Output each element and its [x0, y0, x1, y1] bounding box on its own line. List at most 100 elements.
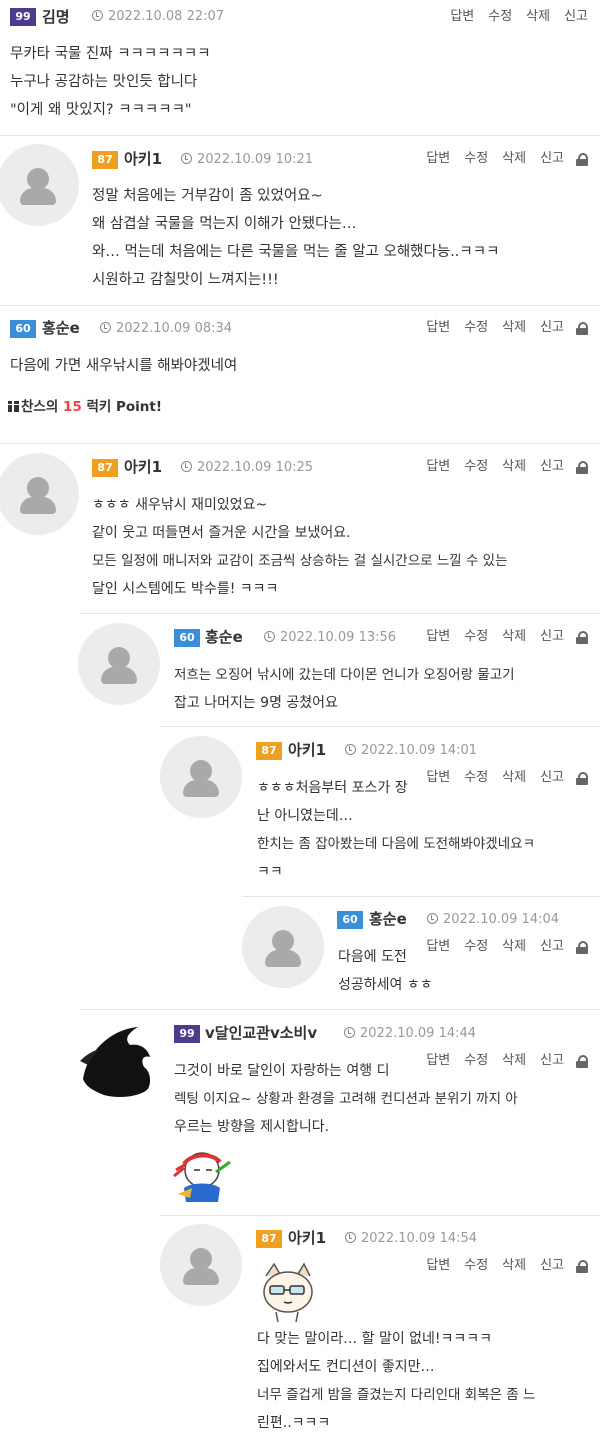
report-button[interactable]: 신고 — [540, 319, 564, 337]
comment-body: 정말 처음에는 거부감이 좀 있었어요~ 왜 삼겹살 국물을 먹는지 이해가 안… — [92, 188, 500, 288]
reply-button[interactable]: 답변 — [450, 8, 474, 26]
clock-icon — [264, 631, 275, 642]
lock-icon — [576, 940, 588, 954]
comment-body: ㅎㅎㅎ처음부터 포스가 장 난 아니였는데… 한치는 좀 잡아봤는데 다음에 도… — [257, 780, 535, 880]
lock-icon — [576, 152, 588, 166]
avatar — [160, 1224, 242, 1306]
divider — [160, 1215, 600, 1216]
comment-author[interactable]: v달인교관v소비v — [205, 1024, 317, 1042]
clock-icon — [345, 1232, 356, 1243]
delete-button[interactable]: 삭제 — [502, 1257, 526, 1275]
avatar — [78, 623, 160, 705]
delete-button[interactable]: 삭제 — [502, 319, 526, 337]
edit-button[interactable]: 수정 — [464, 1257, 488, 1275]
reply-button[interactable]: 답변 — [426, 150, 450, 168]
comment-author[interactable]: 김명 — [42, 8, 70, 26]
comment-author[interactable]: 홍순e — [369, 910, 407, 928]
divider — [160, 726, 600, 727]
lucky-point: 찬스의 15 럭키 Point! — [8, 398, 162, 416]
edit-button[interactable]: 수정 — [464, 458, 488, 476]
delete-button[interactable]: 삭제 — [502, 938, 526, 956]
comment-body: 그것이 바로 달인이 자랑하는 여행 디 렉팅 이지요~ 상황과 환경을 고려해… — [174, 1063, 518, 1135]
avatar — [160, 736, 242, 818]
comment-body: 저흐는 오징어 낚시에 갔는데 다이몬 언니가 오징어랑 물고기 잡고 나머지는… — [174, 667, 515, 711]
comment-body: 다음에 도전 성공하세여 ㅎㅎ — [338, 949, 433, 993]
comment-body: ㅎㅎㅎ 새우낚시 재미있었요~ 같이 웃고 떠들면서 즐거운 시간을 보냈어요.… — [92, 497, 508, 597]
edit-button[interactable]: 수정 — [464, 319, 488, 337]
comment-actions: 답변 수정 삭제 신고 — [426, 1257, 588, 1275]
report-button[interactable]: 신고 — [540, 628, 564, 646]
level-badge: 87 — [256, 742, 282, 760]
level-badge: 60 — [10, 320, 36, 338]
comment-body: 다음에 가면 새우낚시를 해봐야겠네여 — [10, 358, 238, 374]
comment-actions: 답변 수정 삭제 신고 — [426, 458, 588, 476]
comment-actions: 답변 수정 삭제 신고 — [426, 150, 588, 168]
reply-button[interactable]: 답변 — [426, 628, 450, 646]
report-button[interactable]: 신고 — [564, 8, 588, 26]
report-button[interactable]: 신고 — [540, 1257, 564, 1275]
edit-button[interactable]: 수정 — [464, 938, 488, 956]
clock-icon — [92, 10, 103, 21]
comment-date: 2022.10.09 10:21 — [181, 151, 313, 169]
comment-author[interactable]: 아키1 — [124, 150, 162, 168]
comment-actions: 답변 수정 삭제 신고 — [450, 8, 588, 26]
divider — [80, 613, 600, 614]
level-badge: 99 — [10, 8, 36, 26]
sticker-image — [173, 1152, 231, 1202]
lock-icon — [576, 1259, 588, 1273]
comment-actions: 답변 수정 삭제 신고 — [426, 938, 588, 956]
delete-button[interactable]: 삭제 — [502, 458, 526, 476]
avatar — [0, 453, 79, 535]
avatar — [0, 144, 79, 226]
comment-date: 2022.10.09 14:04 — [427, 911, 559, 929]
gift-icon — [8, 401, 19, 412]
clock-icon — [344, 1027, 355, 1038]
lock-icon — [576, 321, 588, 335]
comment-body: 무카타 국물 진짜 ㅋㅋㅋㅋㅋㅋㅋ 누구나 공감하는 맛인듯 합니다 "이게 왜… — [10, 46, 211, 118]
delete-button[interactable]: 삭제 — [526, 8, 550, 26]
comment-author[interactable]: 홍순e — [42, 319, 80, 337]
delete-button[interactable]: 삭제 — [502, 628, 526, 646]
edit-button[interactable]: 수정 — [464, 150, 488, 168]
delete-button[interactable]: 삭제 — [502, 150, 526, 168]
comment-date: 2022.10.09 14:01 — [345, 742, 477, 760]
lock-icon — [576, 630, 588, 644]
comment-date: 2022.10.09 10:25 — [181, 459, 313, 477]
report-button[interactable]: 신고 — [540, 150, 564, 168]
lock-icon — [576, 460, 588, 474]
level-badge: 60 — [337, 911, 363, 929]
divider — [0, 443, 600, 444]
reply-button[interactable]: 답변 — [426, 458, 450, 476]
comment-date: 2022.10.09 08:34 — [100, 320, 232, 338]
clock-icon — [100, 322, 111, 333]
level-badge: 60 — [174, 629, 200, 647]
comment-author[interactable]: 아키1 — [288, 741, 326, 759]
comment-actions: 답변 수정 삭제 신고 — [426, 628, 588, 646]
clock-icon — [181, 153, 192, 164]
sticker-image — [263, 1262, 313, 1323]
reply-button[interactable]: 답변 — [426, 1257, 450, 1275]
avatar — [78, 1019, 160, 1101]
comment-author[interactable]: 아키1 — [124, 458, 162, 476]
edit-button[interactable]: 수정 — [464, 628, 488, 646]
comment-date: 2022.10.09 13:56 — [264, 629, 396, 647]
comment-author[interactable]: 아키1 — [288, 1229, 326, 1247]
level-badge: 87 — [92, 459, 118, 477]
divider — [0, 305, 600, 306]
level-badge: 87 — [256, 1230, 282, 1248]
level-badge: 87 — [92, 151, 118, 169]
avatar — [242, 906, 324, 988]
reply-button[interactable]: 답변 — [426, 319, 450, 337]
report-button[interactable]: 신고 — [540, 458, 564, 476]
comment-author[interactable]: 홍순e — [205, 628, 243, 646]
comment-body: 다 맞는 말이라… 할 말이 없네!ㅋㅋㅋㅋ 집에와서도 컨디션이 좋지만… 너… — [257, 1331, 536, 1431]
level-badge: 99 — [174, 1025, 200, 1043]
comment-date: 2022.10.09 14:44 — [344, 1025, 476, 1043]
clock-icon — [181, 461, 192, 472]
report-button[interactable]: 신고 — [540, 938, 564, 956]
comment-date: 2022.10.08 22:07 — [92, 8, 224, 26]
divider — [242, 896, 600, 897]
edit-button[interactable]: 수정 — [488, 8, 512, 26]
comment-date: 2022.10.09 14:54 — [345, 1230, 477, 1248]
divider — [0, 135, 600, 136]
